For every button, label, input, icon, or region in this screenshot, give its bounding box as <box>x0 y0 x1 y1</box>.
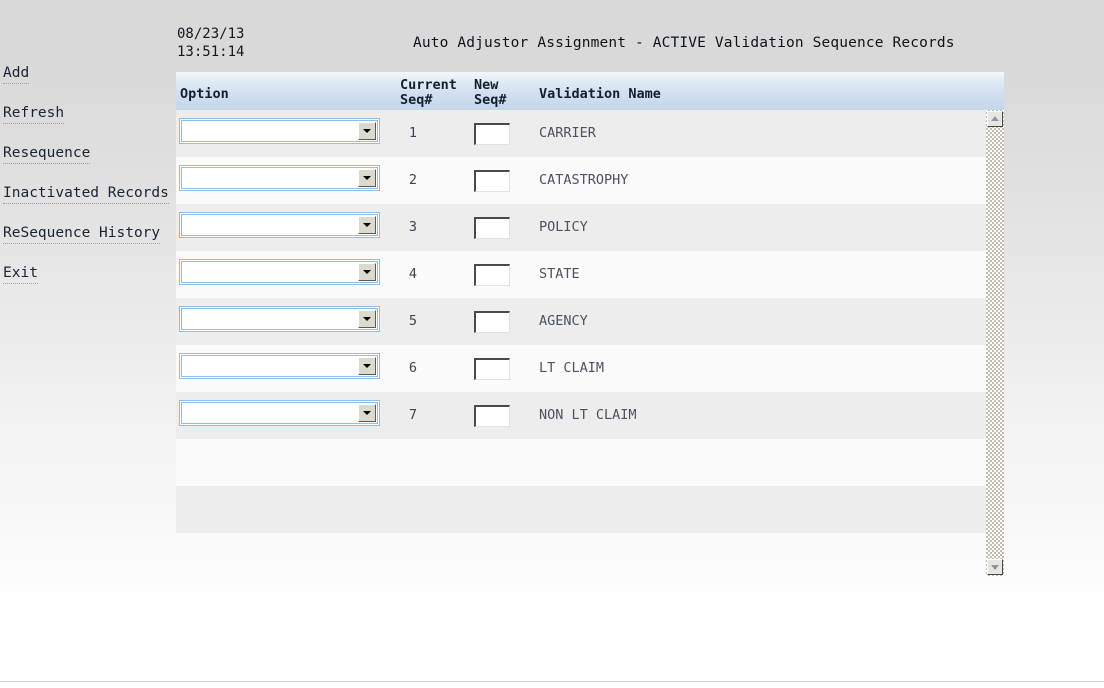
chevron-down-glyph <box>363 317 371 321</box>
option-dropdown-face[interactable] <box>181 167 378 189</box>
option-dropdown-face[interactable] <box>181 402 378 424</box>
chevron-down-glyph <box>363 411 371 415</box>
date-text: 08/23/13 <box>177 26 245 42</box>
table-row: 6 LT CLAIM <box>176 345 986 392</box>
column-header-validation-name: Validation Name <box>539 86 661 102</box>
validation-sequence-grid: Option Current Seq# New Seq# Validation … <box>176 72 1004 576</box>
current-seq-value: 4 <box>408 266 418 282</box>
option-dropdown[interactable] <box>179 118 380 144</box>
table-row: 4 STATE <box>176 251 986 298</box>
option-dropdown-face[interactable] <box>181 261 378 283</box>
option-dropdown[interactable] <box>179 400 380 426</box>
new-seq-input[interactable] <box>474 123 510 145</box>
new-seq-input[interactable] <box>474 311 510 333</box>
option-dropdown-face[interactable] <box>181 214 378 236</box>
validation-name-value: POLICY <box>539 219 588 235</box>
grid-header-row: Option Current Seq# New Seq# Validation … <box>176 72 1004 110</box>
scrollbar-track[interactable] <box>986 110 1004 576</box>
new-seq-input[interactable] <box>474 264 510 286</box>
validation-name-value: CARRIER <box>539 125 596 141</box>
current-seq-value: 6 <box>408 360 418 376</box>
current-seq-value: 5 <box>408 313 418 329</box>
scroll-down-arrow-icon[interactable] <box>987 559 1003 575</box>
current-seq-value: 2 <box>408 172 418 188</box>
new-seq-input[interactable] <box>474 170 510 192</box>
chevron-down-icon[interactable] <box>358 357 376 375</box>
table-row: 5 AGENCY <box>176 298 986 345</box>
sidebar-item-refresh[interactable]: Refresh <box>3 105 65 124</box>
column-header-option: Option <box>180 86 229 102</box>
validation-name-value: AGENCY <box>539 313 588 329</box>
chevron-down-icon[interactable] <box>358 216 376 234</box>
column-header-new-seq: New Seq# <box>474 77 507 108</box>
option-dropdown[interactable] <box>179 165 380 191</box>
table-row: 3 POLICY <box>176 204 986 251</box>
scroll-up-glyph <box>991 116 999 121</box>
current-seq-value: 1 <box>408 125 418 141</box>
chevron-down-icon[interactable] <box>358 169 376 187</box>
sidebar-item-add[interactable]: Add <box>3 65 30 84</box>
validation-name-value: NON LT CLAIM <box>539 407 637 423</box>
table-row: 1 CARRIER <box>176 110 986 157</box>
column-header-current-seq: Current Seq# <box>400 77 457 108</box>
table-row: 7 NON LT CLAIM <box>176 392 986 439</box>
sidebar-menu: Add Refresh Resequence Inactivated Records R… <box>0 0 176 688</box>
table-row: 2 CATASTROPHY <box>176 157 986 204</box>
new-seq-input[interactable] <box>474 405 510 427</box>
grid-body: 1 CARRIER 2 CATASTROPHY 3 POLICY 4 STATE 5 AGENCY… <box>176 110 1004 538</box>
validation-name-value: LT CLAIM <box>539 360 605 376</box>
chevron-down-glyph <box>363 270 371 274</box>
option-dropdown-face[interactable] <box>181 120 378 142</box>
validation-name-value: STATE <box>539 266 580 282</box>
page-title: Auto Adjustor Assignment - ACTIVE Valida… <box>413 35 955 51</box>
option-dropdown[interactable] <box>179 259 380 285</box>
sidebar-item-resequence-history[interactable]: ReSequence History <box>3 225 161 244</box>
application-page: Add Refresh Resequence Inactivated Records R… <box>0 0 1104 688</box>
chevron-down-glyph <box>363 176 371 180</box>
new-seq-input[interactable] <box>474 217 510 239</box>
scroll-up-arrow-icon[interactable] <box>987 111 1003 127</box>
chevron-down-icon[interactable] <box>358 404 376 422</box>
sidebar-item-resequence[interactable]: Resequence <box>3 145 91 164</box>
option-dropdown-face[interactable] <box>181 308 378 330</box>
chevron-down-glyph <box>363 223 371 227</box>
option-dropdown[interactable] <box>179 353 380 379</box>
option-dropdown-face[interactable] <box>181 355 378 377</box>
option-dropdown[interactable] <box>179 212 380 238</box>
chevron-down-glyph <box>363 364 371 368</box>
current-seq-value: 7 <box>408 407 418 423</box>
validation-name-value: CATASTROPHY <box>539 172 629 188</box>
new-seq-input[interactable] <box>474 358 510 380</box>
chevron-down-icon[interactable] <box>358 310 376 328</box>
time-text: 13:51:14 <box>177 43 245 60</box>
footer-divider <box>0 681 1104 682</box>
scroll-down-glyph <box>991 565 999 570</box>
chevron-down-icon[interactable] <box>358 263 376 281</box>
current-seq-value: 3 <box>408 219 418 235</box>
datetime-stamp: 08/23/13 13:51:14 <box>177 26 244 61</box>
chevron-down-glyph <box>363 129 371 133</box>
option-dropdown[interactable] <box>179 306 380 332</box>
chevron-down-icon[interactable] <box>358 122 376 140</box>
table-row-empty <box>176 486 986 533</box>
grid-vertical-scrollbar[interactable] <box>986 110 1004 576</box>
sidebar-item-inactivated-records[interactable]: Inactivated Records <box>3 185 169 204</box>
sidebar-item-exit[interactable]: Exit <box>3 265 38 284</box>
table-row-empty <box>176 439 986 486</box>
